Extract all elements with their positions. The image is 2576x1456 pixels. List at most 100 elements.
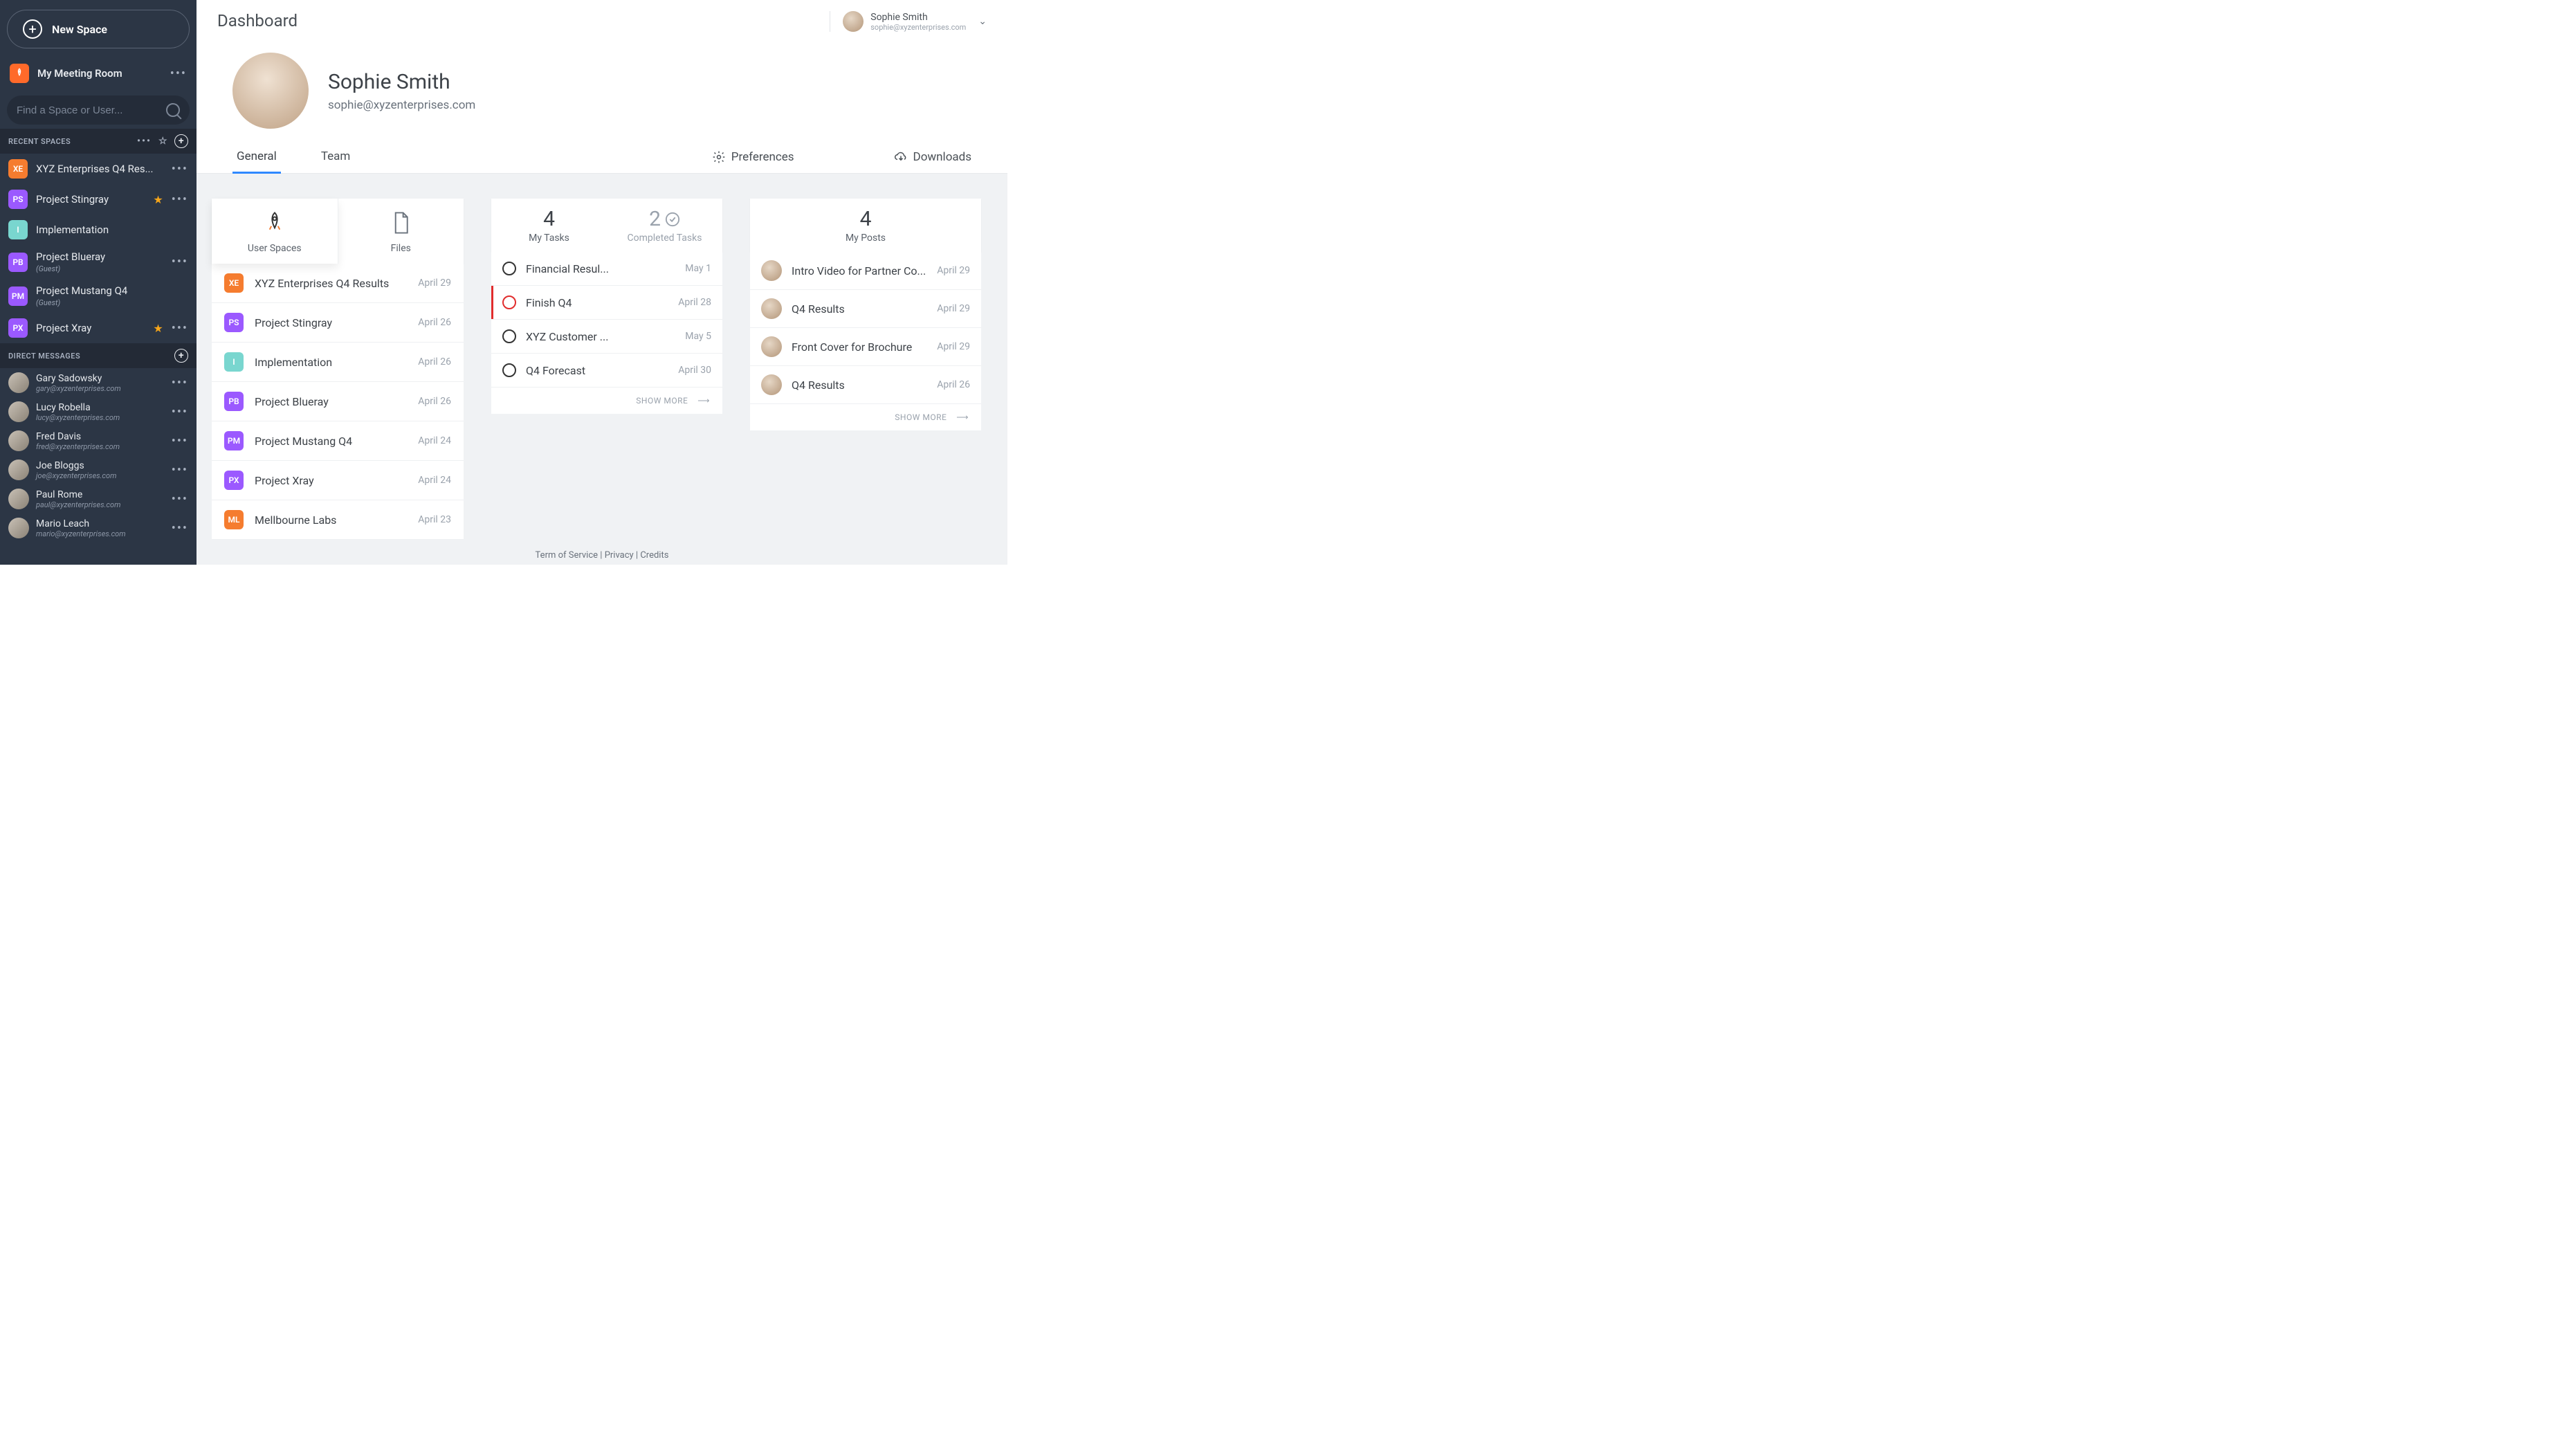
user-menu[interactable]: Sophie Smith sophie@xyzenterprises.com ⌄ xyxy=(830,11,987,32)
sidebar-dm-item[interactable]: Lucy Robella lucy@xyzenterprises.com ••• xyxy=(0,397,197,426)
task-date: April 30 xyxy=(678,365,711,376)
sidebar-space-item[interactable]: PX Project Xray ★ ••• xyxy=(0,313,197,343)
dm-email: gary@xyzenterprises.com xyxy=(36,384,165,393)
tab-general[interactable]: General xyxy=(232,141,281,174)
post-date: April 26 xyxy=(937,379,970,390)
tab-team[interactable]: Team xyxy=(317,141,355,174)
space-name: XYZ Enterprises Q4 Results xyxy=(255,277,407,290)
sidebar-dm-item[interactable]: Joe Bloggs joe@xyzenterprises.com ••• xyxy=(0,455,197,484)
downloads-link[interactable]: Downloads xyxy=(894,142,971,172)
my-tasks-count: 4 xyxy=(543,207,555,231)
space-menu-icon[interactable]: ••• xyxy=(172,162,188,176)
task-item[interactable]: Q4 Forecast April 30 xyxy=(491,354,722,388)
task-name: Q4 Forecast xyxy=(526,364,668,377)
post-item[interactable]: Q4 Results April 29 xyxy=(750,290,981,328)
arrow-right-icon: ⟶ xyxy=(956,412,969,422)
sidebar-space-item[interactable]: PM Project Mustang Q4 (Guest) xyxy=(0,279,197,313)
space-badge: PX xyxy=(224,471,244,490)
task-name: Finish Q4 xyxy=(526,296,668,309)
posts-show-more[interactable]: SHOW MORE ⟶ xyxy=(750,404,981,430)
space-menu-icon[interactable]: ••• xyxy=(172,321,188,336)
list-item[interactable]: PB Project Blueray April 26 xyxy=(212,382,464,421)
show-more-label: SHOW MORE xyxy=(636,396,688,406)
add-dm-icon[interactable]: + xyxy=(174,349,188,363)
space-name: Project Blueray xyxy=(36,251,163,263)
downloads-label: Downloads xyxy=(913,150,971,164)
dm-menu-icon[interactable]: ••• xyxy=(172,463,188,477)
space-name: Project Xray xyxy=(36,322,145,334)
space-menu-icon[interactable]: ••• xyxy=(172,255,188,269)
show-more-label: SHOW MORE xyxy=(895,412,947,422)
space-name: XYZ Enterprises Q4 Res... xyxy=(36,163,163,175)
sidebar-dm-item[interactable]: Fred Davis fred@xyzenterprises.com ••• xyxy=(0,426,197,455)
footer-credits[interactable]: Credits xyxy=(640,550,668,561)
task-checkbox-icon[interactable] xyxy=(502,262,516,275)
sidebar: + New Space My Meeting Room ••• RECENT S… xyxy=(0,0,197,565)
preferences-link[interactable]: Preferences xyxy=(712,142,794,172)
my-meeting-room-item[interactable]: My Meeting Room ••• xyxy=(0,57,197,90)
space-name: Project Blueray xyxy=(255,395,407,408)
dm-menu-icon[interactable]: ••• xyxy=(172,492,188,507)
sidebar-dm-item[interactable]: Mario Leach mario@xyzenterprises.com ••• xyxy=(0,513,197,543)
list-item[interactable]: XE XYZ Enterprises Q4 Results April 29 xyxy=(212,264,464,303)
arrow-right-icon: ⟶ xyxy=(697,396,710,406)
list-item[interactable]: PS Project Stingray April 26 xyxy=(212,303,464,343)
task-item[interactable]: Financial Resul... May 1 xyxy=(491,252,722,286)
add-space-icon[interactable]: + xyxy=(174,134,188,148)
list-item[interactable]: PX Project Xray April 24 xyxy=(212,461,464,500)
direct-messages-title: DIRECT MESSAGES xyxy=(8,352,174,361)
space-name: Project Stingray xyxy=(36,193,145,206)
sidebar-space-item[interactable]: I Implementation xyxy=(0,215,197,245)
space-badge: PS xyxy=(8,190,28,209)
dm-menu-icon[interactable]: ••• xyxy=(172,521,188,536)
post-item[interactable]: Front Cover for Brochure April 29 xyxy=(750,328,981,366)
star-outline-icon[interactable]: ☆ xyxy=(158,136,167,147)
avatar xyxy=(8,518,29,538)
post-item[interactable]: Intro Video for Partner Co... April 29 xyxy=(750,252,981,290)
dm-name: Fred Davis xyxy=(36,431,165,442)
space-badge: I xyxy=(224,352,244,372)
footer-tos[interactable]: Term of Service xyxy=(536,550,599,561)
dm-email: paul@xyzenterprises.com xyxy=(36,500,165,509)
search-container xyxy=(7,95,190,125)
rocket-icon xyxy=(10,64,29,83)
dm-name: Paul Rome xyxy=(36,489,165,500)
search-icon[interactable] xyxy=(166,103,180,117)
task-item[interactable]: XYZ Customer ... May 5 xyxy=(491,320,722,354)
space-name: Mellbourne Labs xyxy=(255,513,407,527)
sidebar-dm-item[interactable]: Paul Rome paul@xyzenterprises.com ••• xyxy=(0,484,197,513)
task-checkbox-icon[interactable] xyxy=(502,363,516,377)
dms-list: Gary Sadowsky gary@xyzenterprises.com ••… xyxy=(0,368,197,543)
task-item[interactable]: Finish Q4 April 28 xyxy=(491,286,722,320)
posts-panel: 4 My Posts Intro Video for Partner Co...… xyxy=(750,199,981,537)
new-space-button[interactable]: + New Space xyxy=(7,10,190,48)
user-spaces-tab[interactable]: User Spaces xyxy=(212,199,338,264)
dm-menu-icon[interactable]: ••• xyxy=(172,434,188,448)
footer-privacy[interactable]: Privacy xyxy=(605,550,634,561)
task-checkbox-icon[interactable] xyxy=(502,295,516,309)
list-item[interactable]: I Implementation April 26 xyxy=(212,343,464,382)
meeting-room-menu-icon[interactable]: ••• xyxy=(170,66,187,81)
sidebar-space-item[interactable]: XE XYZ Enterprises Q4 Res... ••• xyxy=(0,154,197,184)
space-menu-icon[interactable]: ••• xyxy=(172,192,188,207)
task-checkbox-icon[interactable] xyxy=(502,329,516,343)
completed-tasks-tab[interactable]: 2 Completed Tasks xyxy=(607,199,722,252)
sidebar-space-item[interactable]: PB Project Blueray (Guest) ••• xyxy=(0,245,197,279)
sidebar-dm-item[interactable]: Gary Sadowsky gary@xyzenterprises.com ••… xyxy=(0,368,197,397)
star-filled-icon[interactable]: ★ xyxy=(153,322,163,335)
post-item[interactable]: Q4 Results April 26 xyxy=(750,366,981,404)
my-tasks-tab[interactable]: 4 My Tasks xyxy=(491,199,607,252)
files-tab[interactable]: Files xyxy=(338,199,464,264)
sidebar-space-item[interactable]: PS Project Stingray ★ ••• xyxy=(0,184,197,215)
guest-label: (Guest) xyxy=(36,298,188,307)
tasks-show-more[interactable]: SHOW MORE ⟶ xyxy=(491,388,722,414)
list-item[interactable]: ML Mellbourne Labs April 23 xyxy=(212,500,464,540)
dm-name: Mario Leach xyxy=(36,518,165,529)
dm-menu-icon[interactable]: ••• xyxy=(172,405,188,419)
search-input[interactable] xyxy=(17,104,166,116)
my-posts-tab[interactable]: 4 My Posts xyxy=(750,199,981,252)
star-filled-icon[interactable]: ★ xyxy=(153,193,163,206)
list-item[interactable]: PM Project Mustang Q4 April 24 xyxy=(212,421,464,461)
recent-spaces-menu-icon[interactable]: ••• xyxy=(137,136,152,147)
dm-menu-icon[interactable]: ••• xyxy=(172,376,188,390)
